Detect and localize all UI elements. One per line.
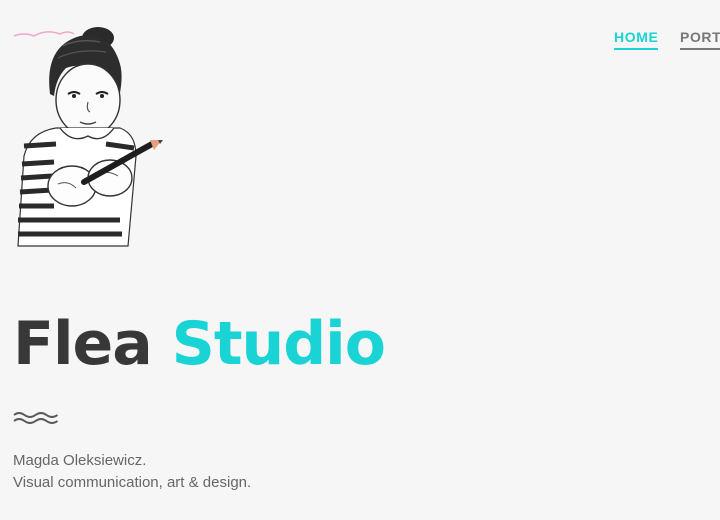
nav-item-portfolio[interactable]: PORTFOLIO — [680, 29, 720, 50]
girl-with-pencil-illustration — [13, 27, 163, 247]
hero-title-accent: Studio — [171, 309, 386, 379]
tagline: Magda Oleksiewicz. Visual communication,… — [13, 450, 251, 494]
tagline-name: Magda Oleksiewicz. — [13, 452, 147, 469]
hero-title: Flea Studio — [13, 306, 386, 382]
hero-title-primary: Flea — [13, 309, 153, 379]
wave-divider-icon — [13, 412, 59, 424]
nav-item-home[interactable]: HOME — [614, 29, 659, 50]
tagline-description: Visual communication, art & design. — [13, 474, 252, 491]
